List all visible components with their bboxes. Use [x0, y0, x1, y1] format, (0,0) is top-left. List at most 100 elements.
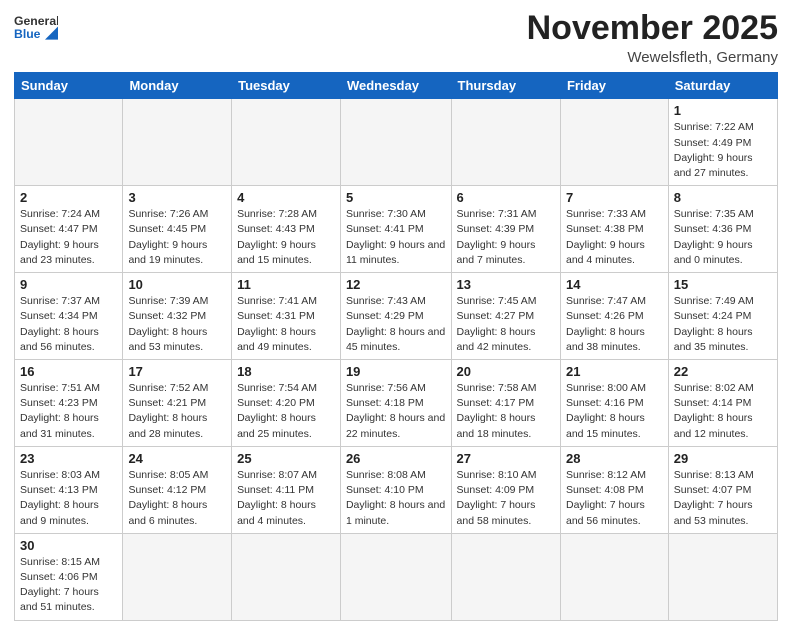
day-number: 28 — [566, 451, 663, 466]
table-cell: 29Sunrise: 8:13 AM Sunset: 4:07 PM Dayli… — [668, 446, 777, 533]
day-number: 6 — [457, 190, 555, 205]
table-cell — [232, 99, 341, 186]
day-info: Sunrise: 7:49 AM Sunset: 4:24 PM Dayligh… — [674, 294, 772, 355]
table-cell — [560, 99, 668, 186]
table-cell: 14 Sunrise: 7:47 AM Sunset: 4:26 PM Dayli… — [560, 273, 668, 360]
table-cell: 15 Sunrise: 7:49 AM Sunset: 4:24 PM Dayli… — [668, 273, 777, 360]
day-number: 2 — [20, 190, 117, 205]
table-cell: 4 Sunrise: 7:28 AM Sunset: 4:43 PM Daylig… — [232, 186, 341, 273]
day-number: 12 — [346, 277, 446, 292]
table-cell — [123, 533, 232, 620]
day-number: 3 — [128, 190, 226, 205]
day-info: Sunrise: 7:43 AM Sunset: 4:29 PM Dayligh… — [346, 294, 446, 355]
col-monday: Monday — [123, 73, 232, 99]
day-info: Sunrise: 8:03 AM Sunset: 4:13 PM Dayligh… — [20, 468, 117, 529]
col-tuesday: Tuesday — [232, 73, 341, 99]
calendar-title: November 2025 — [527, 10, 778, 47]
table-cell: 23Sunrise: 8:03 AM Sunset: 4:13 PM Dayli… — [15, 446, 123, 533]
day-info: Sunrise: 7:47 AM Sunset: 4:26 PM Dayligh… — [566, 294, 663, 355]
day-number: 24 — [128, 451, 226, 466]
table-cell: 9 Sunrise: 7:37 AM Sunset: 4:34 PM Daylig… — [15, 273, 123, 360]
day-info: Sunrise: 7:41 AM Sunset: 4:31 PM Dayligh… — [237, 294, 335, 355]
week-row-2: 2Sunrise: 7:24 AM Sunset: 4:47 PM Daylig… — [15, 186, 778, 273]
day-info: Sunrise: 8:07 AM Sunset: 4:11 PM Dayligh… — [237, 468, 335, 529]
calendar-subtitle: Wewelsfleth, Germany — [527, 49, 778, 66]
day-number: 13 — [457, 277, 555, 292]
day-info: Sunrise: 7:58 AM Sunset: 4:17 PM Dayligh… — [457, 381, 555, 442]
day-info: Sunrise: 8:02 AM Sunset: 4:14 PM Dayligh… — [674, 381, 772, 442]
day-info: Sunrise: 7:35 AM Sunset: 4:36 PM Dayligh… — [674, 207, 772, 268]
table-cell: 26Sunrise: 8:08 AM Sunset: 4:10 PM Dayli… — [340, 446, 451, 533]
table-cell: 25 Sunrise: 8:07 AM Sunset: 4:11 PM Dayli… — [232, 446, 341, 533]
day-number: 5 — [346, 190, 446, 205]
table-cell — [451, 99, 560, 186]
generalblue-logo-icon: General Blue — [14, 10, 58, 48]
svg-text:Blue: Blue — [14, 27, 41, 41]
day-info: Sunrise: 7:51 AM Sunset: 4:23 PM Dayligh… — [20, 381, 117, 442]
table-cell: 8 Sunrise: 7:35 AM Sunset: 4:36 PM Daylig… — [668, 186, 777, 273]
table-cell: 10Sunrise: 7:39 AM Sunset: 4:32 PM Dayli… — [123, 273, 232, 360]
day-number: 21 — [566, 364, 663, 379]
table-cell: 19Sunrise: 7:56 AM Sunset: 4:18 PM Dayli… — [340, 360, 451, 447]
day-info: Sunrise: 8:13 AM Sunset: 4:07 PM Dayligh… — [674, 468, 772, 529]
day-info: Sunrise: 7:26 AM Sunset: 4:45 PM Dayligh… — [128, 207, 226, 268]
day-info: Sunrise: 8:00 AM Sunset: 4:16 PM Dayligh… — [566, 381, 663, 442]
col-friday: Friday — [560, 73, 668, 99]
col-wednesday: Wednesday — [340, 73, 451, 99]
table-cell — [15, 99, 123, 186]
day-info: Sunrise: 8:05 AM Sunset: 4:12 PM Dayligh… — [128, 468, 226, 529]
day-info: Sunrise: 8:15 AM Sunset: 4:06 PM Dayligh… — [20, 555, 117, 616]
day-number: 4 — [237, 190, 335, 205]
calendar-table: Sunday Monday Tuesday Wednesday Thursday… — [14, 72, 778, 620]
week-row-1: 1 Sunrise: 7:22 AM Sunset: 4:49 PM Daylig… — [15, 99, 778, 186]
table-cell: 5Sunrise: 7:30 AM Sunset: 4:41 PM Daylig… — [340, 186, 451, 273]
table-cell: 21 Sunrise: 8:00 AM Sunset: 4:16 PM Dayli… — [560, 360, 668, 447]
col-sunday: Sunday — [15, 73, 123, 99]
table-cell — [232, 533, 341, 620]
day-number: 1 — [674, 103, 772, 118]
day-number: 17 — [128, 364, 226, 379]
day-number: 16 — [20, 364, 117, 379]
day-number: 18 — [237, 364, 335, 379]
week-row-5: 23Sunrise: 8:03 AM Sunset: 4:13 PM Dayli… — [15, 446, 778, 533]
logo: General Blue — [14, 10, 60, 48]
day-info: Sunrise: 7:28 AM Sunset: 4:43 PM Dayligh… — [237, 207, 335, 268]
day-number: 15 — [674, 277, 772, 292]
day-info: Sunrise: 7:54 AM Sunset: 4:20 PM Dayligh… — [237, 381, 335, 442]
day-number: 10 — [128, 277, 226, 292]
table-cell: 2Sunrise: 7:24 AM Sunset: 4:47 PM Daylig… — [15, 186, 123, 273]
svg-text:General: General — [14, 14, 58, 28]
table-cell: 6 Sunrise: 7:31 AM Sunset: 4:39 PM Daylig… — [451, 186, 560, 273]
table-cell: 28 Sunrise: 8:12 AM Sunset: 4:08 PM Dayli… — [560, 446, 668, 533]
table-cell — [560, 533, 668, 620]
day-info: Sunrise: 7:37 AM Sunset: 4:34 PM Dayligh… — [20, 294, 117, 355]
day-number: 8 — [674, 190, 772, 205]
day-info: Sunrise: 7:22 AM Sunset: 4:49 PM Dayligh… — [674, 120, 772, 181]
day-number: 9 — [20, 277, 117, 292]
day-number: 25 — [237, 451, 335, 466]
day-info: Sunrise: 7:31 AM Sunset: 4:39 PM Dayligh… — [457, 207, 555, 268]
day-info: Sunrise: 7:33 AM Sunset: 4:38 PM Dayligh… — [566, 207, 663, 268]
week-row-6: 30Sunrise: 8:15 AM Sunset: 4:06 PM Dayli… — [15, 533, 778, 620]
day-info: Sunrise: 7:45 AM Sunset: 4:27 PM Dayligh… — [457, 294, 555, 355]
day-number: 7 — [566, 190, 663, 205]
day-info: Sunrise: 8:12 AM Sunset: 4:08 PM Dayligh… — [566, 468, 663, 529]
col-thursday: Thursday — [451, 73, 560, 99]
table-cell — [340, 99, 451, 186]
header-row: Sunday Monday Tuesday Wednesday Thursday… — [15, 73, 778, 99]
table-cell: 1 Sunrise: 7:22 AM Sunset: 4:49 PM Daylig… — [668, 99, 777, 186]
table-cell — [668, 533, 777, 620]
day-number: 14 — [566, 277, 663, 292]
table-cell: 11Sunrise: 7:41 AM Sunset: 4:31 PM Dayli… — [232, 273, 341, 360]
title-area: November 2025 Wewelsfleth, Germany — [527, 10, 778, 66]
day-number: 20 — [457, 364, 555, 379]
table-cell: 24 Sunrise: 8:05 AM Sunset: 4:12 PM Dayli… — [123, 446, 232, 533]
table-cell: 17 Sunrise: 7:52 AM Sunset: 4:21 PM Dayli… — [123, 360, 232, 447]
day-info: Sunrise: 7:52 AM Sunset: 4:21 PM Dayligh… — [128, 381, 226, 442]
day-info: Sunrise: 7:56 AM Sunset: 4:18 PM Dayligh… — [346, 381, 446, 442]
table-cell: 30Sunrise: 8:15 AM Sunset: 4:06 PM Dayli… — [15, 533, 123, 620]
table-cell — [123, 99, 232, 186]
table-cell — [451, 533, 560, 620]
table-cell — [340, 533, 451, 620]
table-cell: 27Sunrise: 8:10 AM Sunset: 4:09 PM Dayli… — [451, 446, 560, 533]
